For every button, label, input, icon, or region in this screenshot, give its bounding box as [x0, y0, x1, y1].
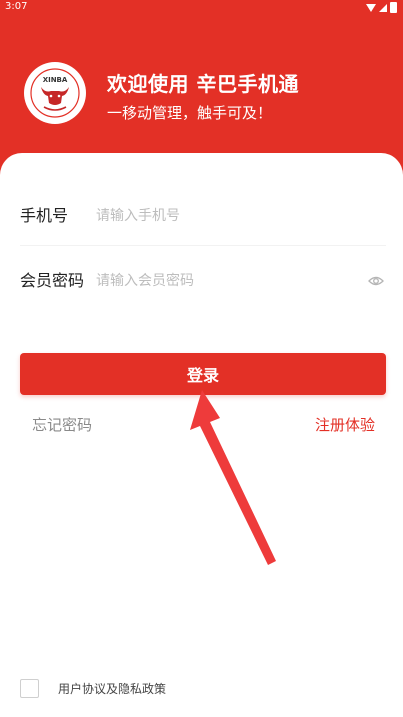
- agreement-link[interactable]: 用户协议及隐私政策: [58, 680, 166, 697]
- battery-icon: [390, 2, 397, 13]
- password-label: 会员密码: [20, 271, 85, 290]
- app-logo: XINBA: [24, 62, 86, 124]
- login-button[interactable]: 登录: [20, 353, 386, 395]
- password-input[interactable]: 请输入会员密码: [96, 259, 194, 303]
- eye-icon[interactable]: [368, 273, 384, 289]
- forgot-password-link[interactable]: 忘记密码: [32, 414, 92, 435]
- register-link[interactable]: 注册体验: [315, 414, 375, 435]
- phone-field-row: 手机号 请输入手机号: [20, 194, 386, 238]
- header-banner: 3:07 XINBA 欢迎使用 辛巴手机通 一移动管理，触手可及！: [0, 0, 403, 175]
- logo-text: XINBA: [43, 76, 68, 84]
- agreement-checkbox[interactable]: [20, 678, 39, 698]
- status-time: 3:07: [5, 1, 28, 12]
- password-field-row: 会员密码 请输入会员密码: [20, 259, 386, 303]
- wifi-icon: [366, 3, 376, 12]
- welcome-subtitle: 一移动管理，触手可及！: [107, 104, 273, 122]
- signal-icon: [379, 3, 387, 12]
- status-bar: 3:07: [0, 0, 403, 16]
- bull-logo-icon: XINBA: [30, 68, 80, 118]
- phone-label: 手机号: [20, 206, 69, 225]
- pointer-arrow-icon: [190, 390, 276, 565]
- welcome-title: 欢迎使用 辛巴手机通: [107, 72, 299, 96]
- field-divider: [20, 245, 386, 246]
- phone-input[interactable]: 请输入手机号: [96, 194, 180, 238]
- status-icons: [366, 2, 397, 13]
- agreement-row: 用户协议及隐私政策: [20, 678, 166, 698]
